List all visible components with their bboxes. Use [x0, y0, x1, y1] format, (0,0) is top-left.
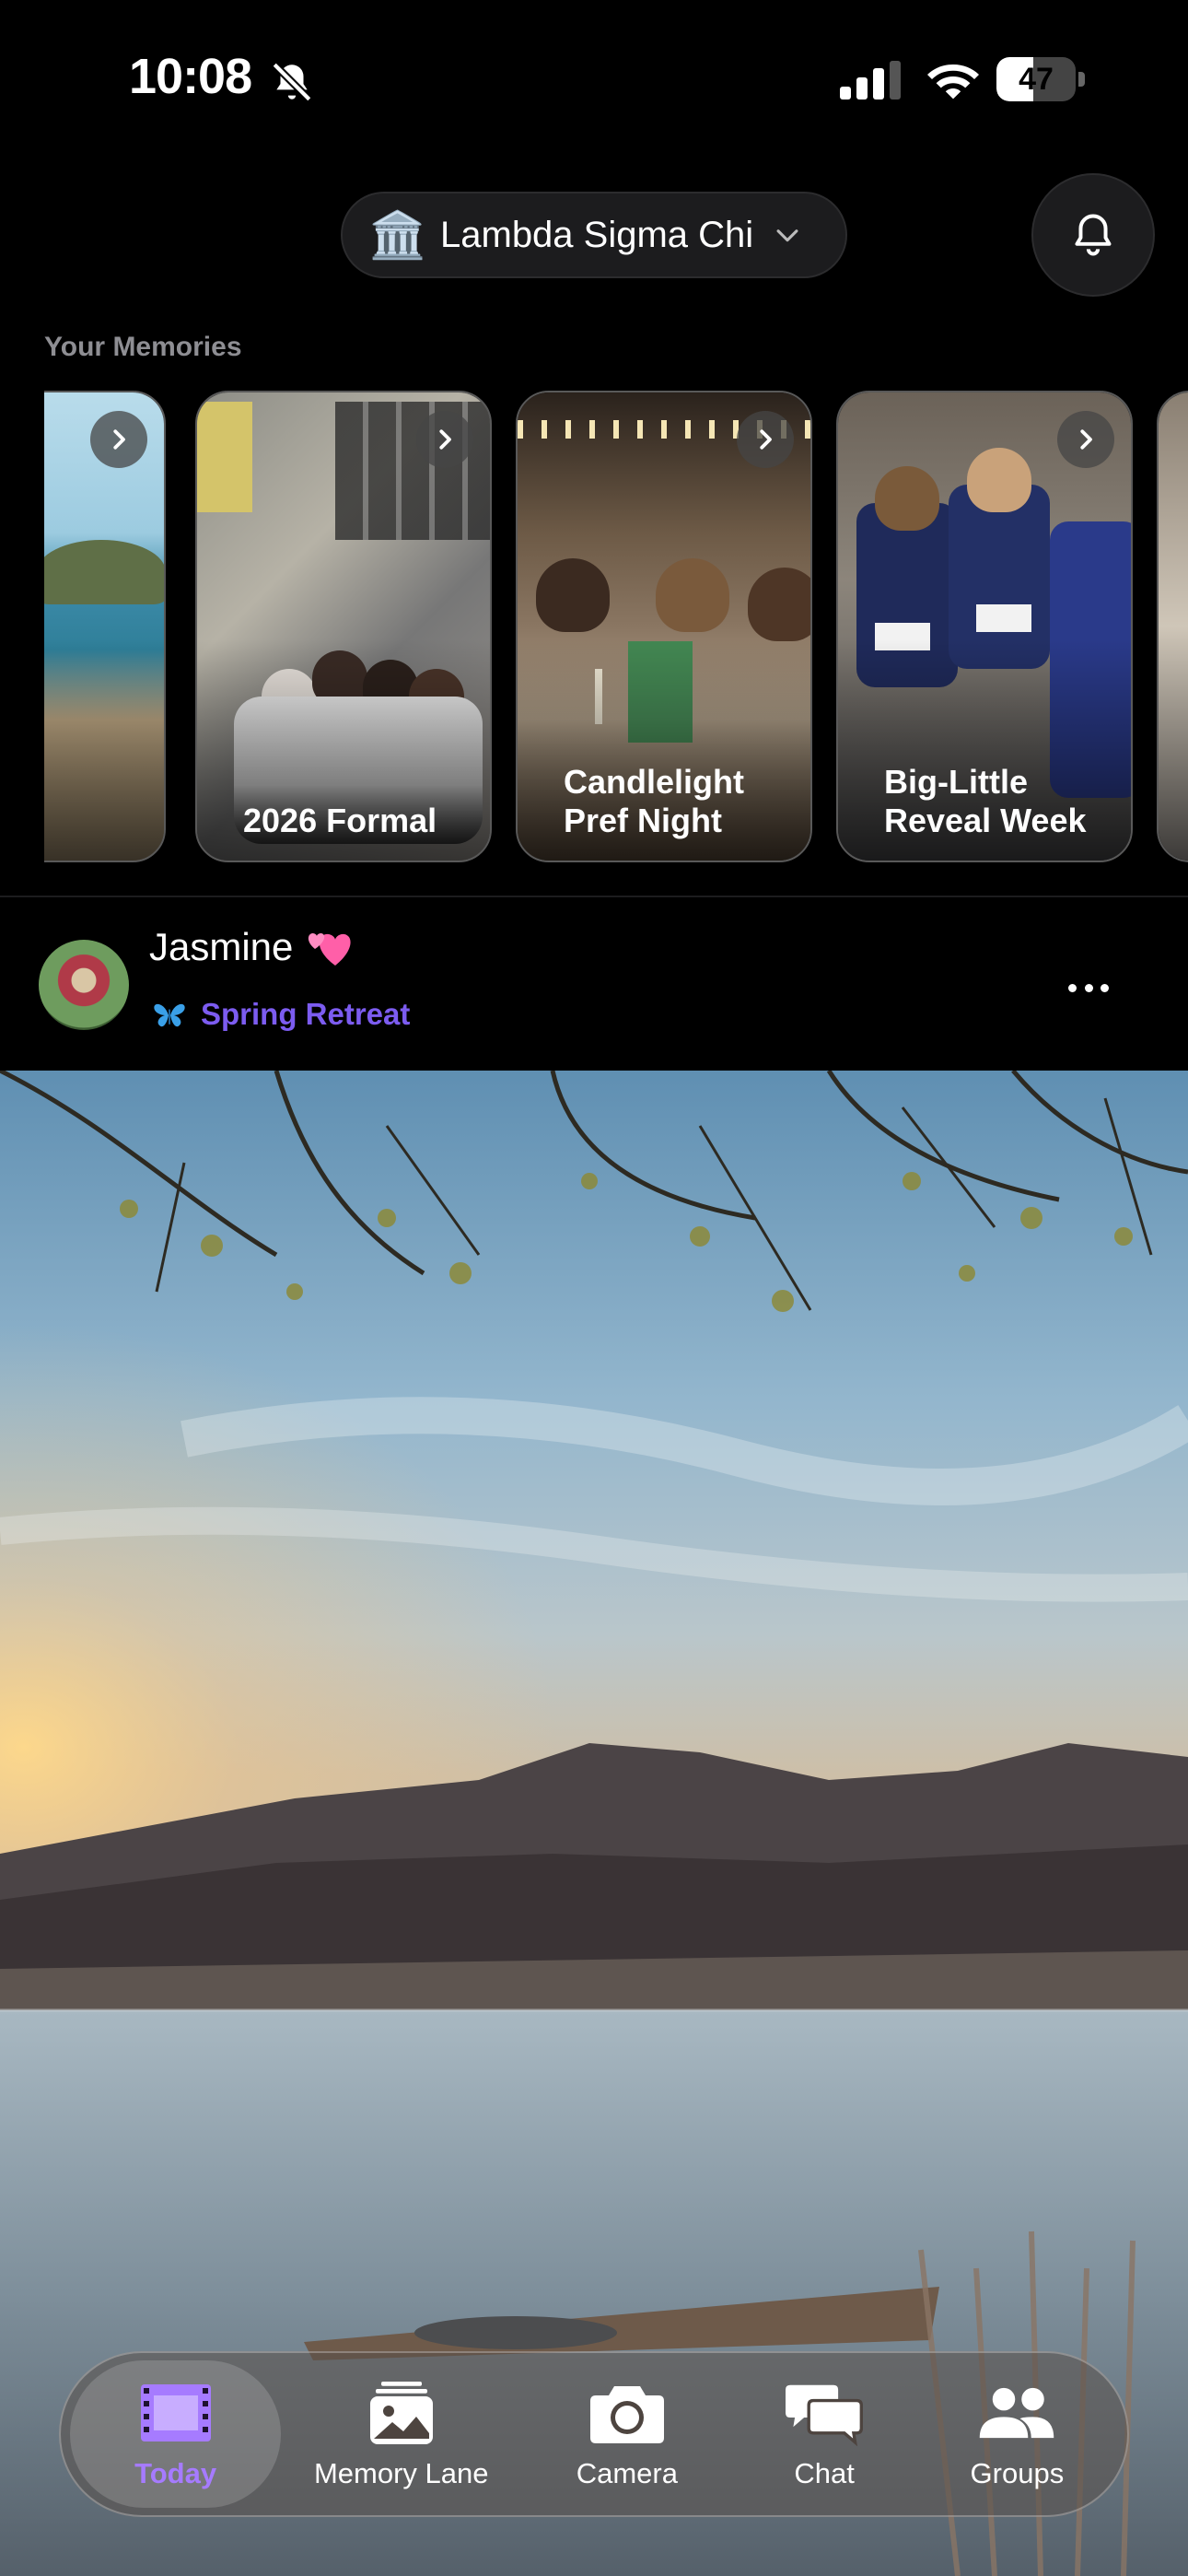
- post-event-tag[interactable]: Spring Retreat: [201, 997, 410, 1032]
- more-dot: [1101, 983, 1109, 992]
- bell-slash-icon: [272, 62, 312, 102]
- film-icon: [137, 2378, 215, 2448]
- camera-icon: [588, 2378, 666, 2448]
- tab-groups[interactable]: Groups: [916, 2360, 1118, 2508]
- memory-card[interactable]: Candlelight Pref Night: [516, 391, 812, 862]
- more-options-button[interactable]: [1059, 967, 1118, 1008]
- memory-card[interactable]: [1157, 391, 1188, 862]
- tab-chat[interactable]: Chat: [732, 2360, 915, 2508]
- tab-bar: Today Memory Lane Camera Chat Groups: [59, 2351, 1129, 2517]
- battery-percentage: 47: [1019, 62, 1054, 97]
- post-author-name[interactable]: Jasmine: [149, 925, 293, 969]
- more-dot: [1068, 983, 1077, 992]
- post-photo[interactable]: [0, 1071, 1188, 2576]
- tab-memory-lane[interactable]: Memory Lane: [281, 2360, 521, 2508]
- cellular-signal-icon: [840, 61, 901, 100]
- memory-card-label: Candlelight Pref Night: [564, 763, 744, 839]
- memory-card[interactable]: etreat: [44, 391, 166, 862]
- battery-indicator: 47: [996, 57, 1085, 101]
- more-dot: [1084, 983, 1093, 992]
- group-selector[interactable]: 🏛️ Lambda Sigma Chi: [341, 192, 847, 278]
- chevron-right-icon: [439, 429, 451, 450]
- tab-label: Groups: [970, 2457, 1065, 2489]
- building-icon: 🏛️: [368, 208, 427, 261]
- status-bar: 10:08 47: [0, 0, 1188, 157]
- section-title-memories: Your Memories: [44, 332, 242, 362]
- lake-landscape-image: [0, 1071, 1188, 2576]
- two-hearts-icon: [308, 932, 351, 966]
- divider: [0, 896, 1188, 897]
- tab-label: Camera: [576, 2457, 678, 2489]
- open-memory-button[interactable]: [737, 411, 794, 468]
- memory-card[interactable]: Big-Little Reveal Week: [836, 391, 1133, 862]
- status-time: 10:08: [129, 49, 252, 104]
- memory-card[interactable]: 2026 Formal: [195, 391, 492, 862]
- chat-bubbles-icon: [786, 2378, 864, 2448]
- open-memory-button[interactable]: [416, 411, 473, 468]
- open-memory-button[interactable]: [1057, 411, 1114, 468]
- chevron-right-icon: [760, 429, 772, 450]
- butterfly-icon: [154, 1003, 185, 1027]
- wifi-icon: [927, 64, 979, 100]
- tab-label: Memory Lane: [313, 2457, 489, 2489]
- memory-card-label: Big-Little Reveal Week: [884, 763, 1087, 839]
- tab-today[interactable]: Today: [70, 2360, 282, 2508]
- photo-stack-icon: [363, 2378, 440, 2448]
- tab-label: Chat: [794, 2457, 855, 2489]
- tab-label: Today: [134, 2457, 217, 2489]
- chevron-down-icon: [776, 229, 798, 242]
- memory-card-label: 2026 Formal: [243, 802, 437, 839]
- group-name: Lambda Sigma Chi: [440, 214, 754, 255]
- chevron-right-icon: [1080, 429, 1092, 450]
- avatar[interactable]: [39, 940, 129, 1030]
- people-icon: [978, 2378, 1055, 2448]
- open-memory-button[interactable]: [90, 411, 147, 468]
- notifications-button[interactable]: [1031, 173, 1155, 297]
- memories-carousel[interactable]: etreat 2026 Formal Candlelight Pref Nigh…: [44, 391, 1188, 862]
- bell-icon: [1075, 214, 1112, 256]
- tab-camera[interactable]: Camera: [521, 2360, 732, 2508]
- chevron-right-icon: [113, 429, 125, 450]
